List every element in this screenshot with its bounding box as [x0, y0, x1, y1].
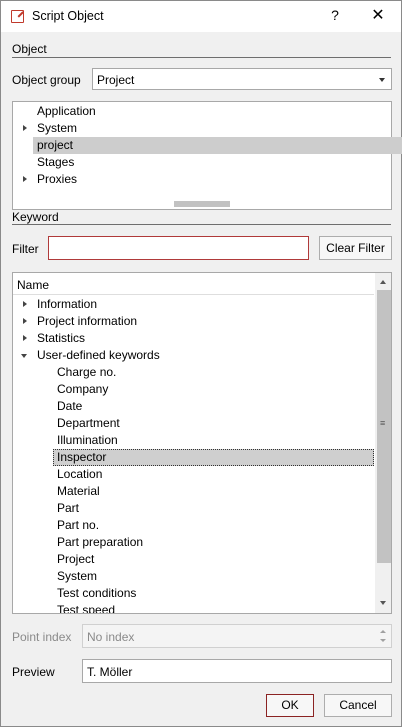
- scroll-down-icon[interactable]: [380, 601, 386, 605]
- tree-item-label: Stages: [37, 155, 75, 169]
- column-header-name[interactable]: Name: [13, 273, 374, 295]
- vertical-scrollbar[interactable]: ≡: [375, 273, 391, 613]
- object-tree[interactable]: Application System project Stages Proxie…: [12, 101, 402, 210]
- tree-item-label: project: [37, 138, 74, 152]
- list-item-selected[interactable]: Inspector: [13, 449, 374, 466]
- collapse-arrow-icon[interactable]: [21, 354, 27, 358]
- list-item-label: Part: [57, 501, 80, 515]
- list-item[interactable]: Illumination: [13, 432, 374, 449]
- tree-item-stages[interactable]: Stages: [13, 154, 391, 171]
- object-group-label: Object group: [12, 73, 81, 87]
- window-title: Script Object: [32, 9, 104, 23]
- title-bar: Script Object ? ✕: [1, 1, 401, 32]
- list-item[interactable]: Part preparation: [13, 534, 374, 551]
- list-item[interactable]: Test speed: [13, 602, 374, 614]
- keyword-rows: Information Project information Statisti…: [13, 296, 374, 614]
- list-item[interactable]: Charge no.: [13, 364, 374, 381]
- list-item-label: Company: [57, 382, 109, 396]
- object-group-value: Project: [97, 73, 135, 87]
- chevron-down-icon: [379, 78, 385, 82]
- preview-value: T. Möller: [87, 665, 133, 679]
- scroll-up-icon[interactable]: [380, 280, 386, 284]
- list-item-label: Department: [57, 416, 120, 430]
- list-item-label: Illumination: [57, 433, 118, 447]
- list-item-label: Part preparation: [57, 535, 144, 549]
- list-item[interactable]: Part: [13, 500, 374, 517]
- list-item-label: User-defined keywords: [37, 348, 160, 362]
- tree-item-proxies[interactable]: Proxies: [13, 171, 391, 188]
- list-item-label: Charge no.: [57, 365, 117, 379]
- list-item-label: Date: [57, 399, 83, 413]
- tree-item-system[interactable]: System: [13, 120, 391, 137]
- list-item[interactable]: Department: [13, 415, 374, 432]
- close-button[interactable]: ✕: [368, 5, 388, 27]
- filter-label: Filter: [12, 242, 39, 256]
- object-group-select[interactable]: Project: [92, 68, 392, 90]
- list-item-label: Part no.: [57, 518, 100, 532]
- list-item-label: Inspector: [57, 450, 107, 464]
- list-item-label: Statistics: [37, 331, 86, 345]
- list-item[interactable]: Material: [13, 483, 374, 500]
- clear-filter-button[interactable]: Clear Filter: [319, 236, 392, 260]
- object-section-divider: [12, 57, 391, 58]
- preview-field[interactable]: T. Möller: [82, 659, 392, 683]
- list-item-label: Test conditions: [57, 586, 137, 600]
- list-item[interactable]: Project information: [13, 313, 374, 330]
- grip-icon: ≡: [380, 418, 386, 428]
- object-section-label: Object: [12, 42, 47, 56]
- list-item-label: Test speed: [57, 603, 116, 614]
- column-header-label: Name: [17, 278, 50, 292]
- expand-arrow-icon[interactable]: [23, 301, 27, 307]
- horizontal-scroll-thumb[interactable]: [174, 201, 230, 207]
- list-item-label: Material: [57, 484, 100, 498]
- list-item[interactable]: Company: [13, 381, 374, 398]
- list-item-label: Information: [37, 297, 98, 311]
- expand-arrow-icon[interactable]: [23, 318, 27, 324]
- list-item-label: System: [57, 569, 98, 583]
- spin-up-icon: [380, 630, 386, 633]
- script-object-icon: [11, 10, 24, 23]
- list-item-label: Project: [57, 552, 95, 566]
- keyword-list[interactable]: Name Information Project information Sta…: [12, 272, 392, 614]
- cancel-button[interactable]: Cancel: [324, 694, 392, 717]
- keyword-section-divider: [12, 224, 391, 225]
- tree-item-project[interactable]: project: [33, 137, 402, 154]
- expand-arrow-icon[interactable]: [23, 335, 27, 341]
- point-index-placeholder: No index: [87, 630, 135, 644]
- list-item[interactable]: Test conditions: [13, 585, 374, 602]
- help-button[interactable]: ?: [327, 7, 343, 25]
- expand-arrow-icon[interactable]: [23, 176, 27, 182]
- ok-button[interactable]: OK: [266, 694, 314, 717]
- keyword-section-label: Keyword: [12, 210, 59, 224]
- list-item[interactable]: Information: [13, 296, 374, 313]
- tree-item-label: Proxies: [37, 172, 78, 186]
- list-item[interactable]: Part no.: [13, 517, 374, 534]
- list-item-label: Project information: [37, 314, 138, 328]
- list-item[interactable]: Statistics: [13, 330, 374, 347]
- scroll-thumb[interactable]: ≡: [377, 290, 391, 563]
- list-item[interactable]: User-defined keywords: [13, 347, 374, 364]
- expand-arrow-icon[interactable]: [23, 125, 27, 131]
- tree-item-application[interactable]: Application: [13, 103, 391, 120]
- list-item[interactable]: Project: [13, 551, 374, 568]
- tree-item-label: Application: [37, 104, 96, 118]
- list-item[interactable]: Location: [13, 466, 374, 483]
- spin-down-icon: [380, 639, 386, 642]
- tree-item-label: System: [37, 121, 78, 135]
- point-index-spinbox: No index: [82, 624, 392, 648]
- list-item[interactable]: System: [13, 568, 374, 585]
- list-item-label: Location: [57, 467, 103, 481]
- point-index-label: Point index: [12, 630, 72, 644]
- preview-label: Preview: [12, 665, 55, 679]
- list-item[interactable]: Date: [13, 398, 374, 415]
- filter-input[interactable]: [48, 236, 309, 260]
- script-object-dialog: Script Object ? ✕ Object Object group Pr…: [0, 0, 402, 727]
